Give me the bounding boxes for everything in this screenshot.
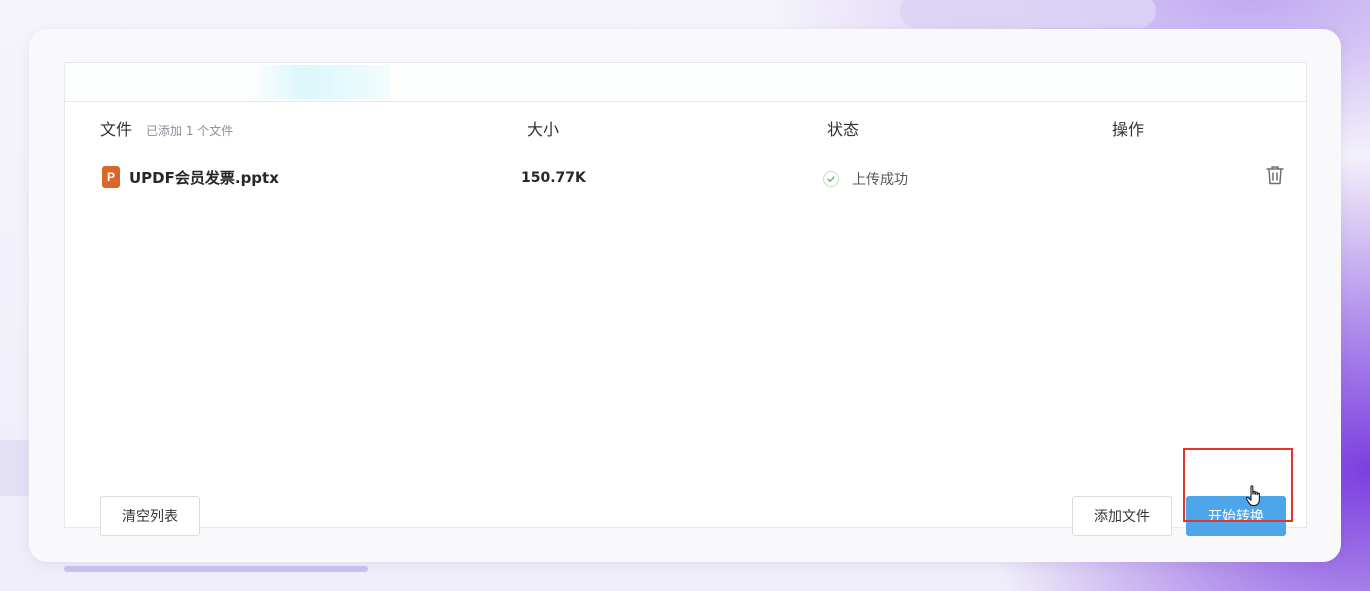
table-row: P UPDF会员发票.pptx 150.77K 上传成功: [65, 159, 1306, 199]
status-text: 上传成功: [852, 172, 908, 188]
background-decoration-top: [900, 0, 1156, 28]
file-name: UPDF会员发票.pptx: [129, 168, 279, 187]
trash-icon[interactable]: [1265, 164, 1285, 186]
column-header-file-label: 文件: [100, 120, 133, 139]
column-header-status: 状态: [827, 120, 860, 139]
file-count-label: 已添加 1 个文件: [146, 124, 234, 138]
table-header: 文件 已添加 1 个文件 大小 状态 操作: [65, 101, 1306, 151]
file-list-panel: 文件 已添加 1 个文件 大小 状态 操作 P UPDF会员发票.pptx 150…: [64, 62, 1307, 536]
panel-top-bar: [65, 63, 1306, 102]
column-header-action: 操作: [1112, 120, 1145, 139]
ppt-file-icon: P: [102, 166, 120, 188]
background-decoration-bottom: [64, 566, 368, 572]
file-cell: P UPDF会员发票.pptx: [102, 166, 279, 188]
hand-cursor-icon: [1245, 485, 1263, 507]
file-size: 150.77K: [521, 170, 586, 186]
column-header-file: 文件 已添加 1 个文件: [100, 116, 233, 140]
start-convert-button[interactable]: 开始转换: [1186, 496, 1286, 536]
check-circle-icon: [823, 171, 839, 187]
add-file-button[interactable]: 添加文件: [1072, 496, 1172, 536]
clear-list-button[interactable]: 清空列表: [100, 496, 200, 536]
status-cell: 上传成功: [823, 169, 908, 189]
column-header-size: 大小: [527, 120, 560, 139]
converter-card: 文件 已添加 1 个文件 大小 状态 操作 P UPDF会员发票.pptx 150…: [29, 29, 1341, 562]
